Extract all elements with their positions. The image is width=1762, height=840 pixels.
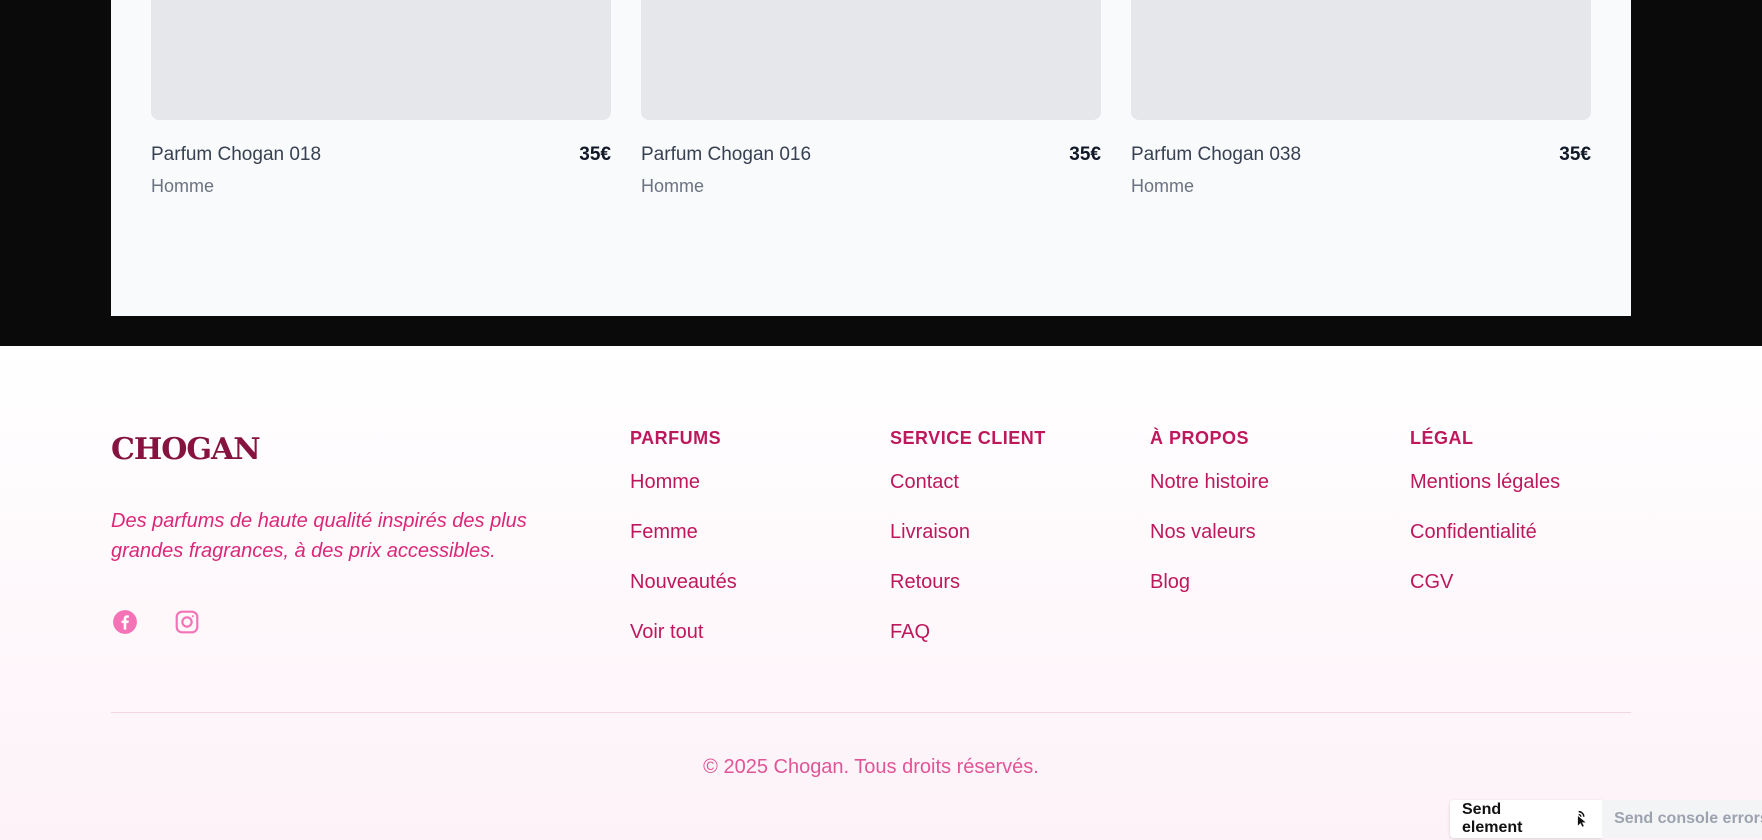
dev-toolbar: Send element Send console errors [1450, 800, 1762, 838]
product-image[interactable] [1131, 0, 1591, 120]
footer-logo[interactable]: CHOGAN [111, 432, 261, 467]
footer-link-nouveautes[interactable]: Nouveautés [630, 565, 870, 615]
footer-link-mentions-legales[interactable]: Mentions légales [1410, 465, 1650, 515]
footer-column-service-client: SERVICE CLIENT Contact Livraison Retours… [890, 428, 1130, 665]
product-price: 35€ [1559, 144, 1591, 165]
product-category: Homme [641, 176, 705, 196]
footer-link-blog[interactable]: Blog [1150, 565, 1390, 615]
product-card[interactable]: Parfum Chogan 016 35€ Homme [641, 0, 1101, 197]
footer-link-faq[interactable]: FAQ [890, 615, 1130, 665]
product-category: Homme [151, 176, 215, 196]
footer-column-title: SERVICE CLIENT [890, 428, 1046, 448]
footer-link-retours[interactable]: Retours [890, 565, 1130, 615]
footer-link-voir-tout[interactable]: Voir tout [630, 615, 870, 665]
footer-tagline: Des parfums de haute qualité inspirés de… [111, 510, 527, 562]
product-category: Homme [1131, 176, 1195, 196]
send-element-label: Send element [1462, 801, 1523, 836]
copyright-text: © 2025 Chogan. Tous droits réservés. [703, 756, 1039, 778]
footer-link-contact[interactable]: Contact [890, 465, 1130, 515]
products-band: Parfum Chogan 018 35€ Homme Parfum Choga… [0, 0, 1762, 346]
footer-column-a-propos: À PROPOS Notre histoire Nos valeurs Blog [1150, 428, 1390, 615]
send-console-errors-button[interactable]: Send console errors [1602, 800, 1762, 838]
product-name[interactable]: Parfum Chogan 038 [1131, 144, 1301, 166]
product-name[interactable]: Parfum Chogan 016 [641, 144, 811, 166]
footer-divider [111, 712, 1631, 713]
footer-link-nos-valeurs[interactable]: Nos valeurs [1150, 515, 1390, 565]
footer-link-confidentialite[interactable]: Confidentialité [1410, 515, 1650, 565]
product-price: 35€ [1069, 144, 1101, 165]
footer-column-title: PARFUMS [630, 428, 722, 448]
send-element-button[interactable]: Send element [1450, 800, 1603, 838]
product-image[interactable] [151, 0, 611, 120]
footer-link-cgv[interactable]: CGV [1410, 565, 1650, 615]
product-image[interactable] [641, 0, 1101, 120]
footer-column-parfums: PARFUMS Homme Femme Nouveautés Voir tout [630, 428, 870, 665]
product-name[interactable]: Parfum Chogan 018 [151, 144, 321, 166]
product-price: 35€ [579, 144, 611, 165]
social-links [111, 608, 201, 636]
site-footer: CHOGAN Des parfums de haute qualité insp… [0, 346, 1762, 840]
product-card[interactable]: Parfum Chogan 018 35€ Homme [151, 0, 611, 197]
product-card[interactable]: Parfum Chogan 038 35€ Homme [1131, 0, 1591, 197]
products-panel: Parfum Chogan 018 35€ Homme Parfum Choga… [111, 0, 1631, 316]
pointer-click-icon [1578, 810, 1587, 827]
footer-column-title: À PROPOS [1150, 428, 1250, 448]
facebook-icon[interactable] [111, 608, 139, 636]
instagram-icon[interactable] [173, 608, 201, 636]
footer-link-homme[interactable]: Homme [630, 465, 870, 515]
footer-link-notre-histoire[interactable]: Notre histoire [1150, 465, 1390, 515]
footer-link-femme[interactable]: Femme [630, 515, 870, 565]
footer-column-legal: LÉGAL Mentions légales Confidentialité C… [1410, 428, 1650, 615]
footer-link-livraison[interactable]: Livraison [890, 515, 1130, 565]
footer-column-title: LÉGAL [1410, 428, 1474, 448]
